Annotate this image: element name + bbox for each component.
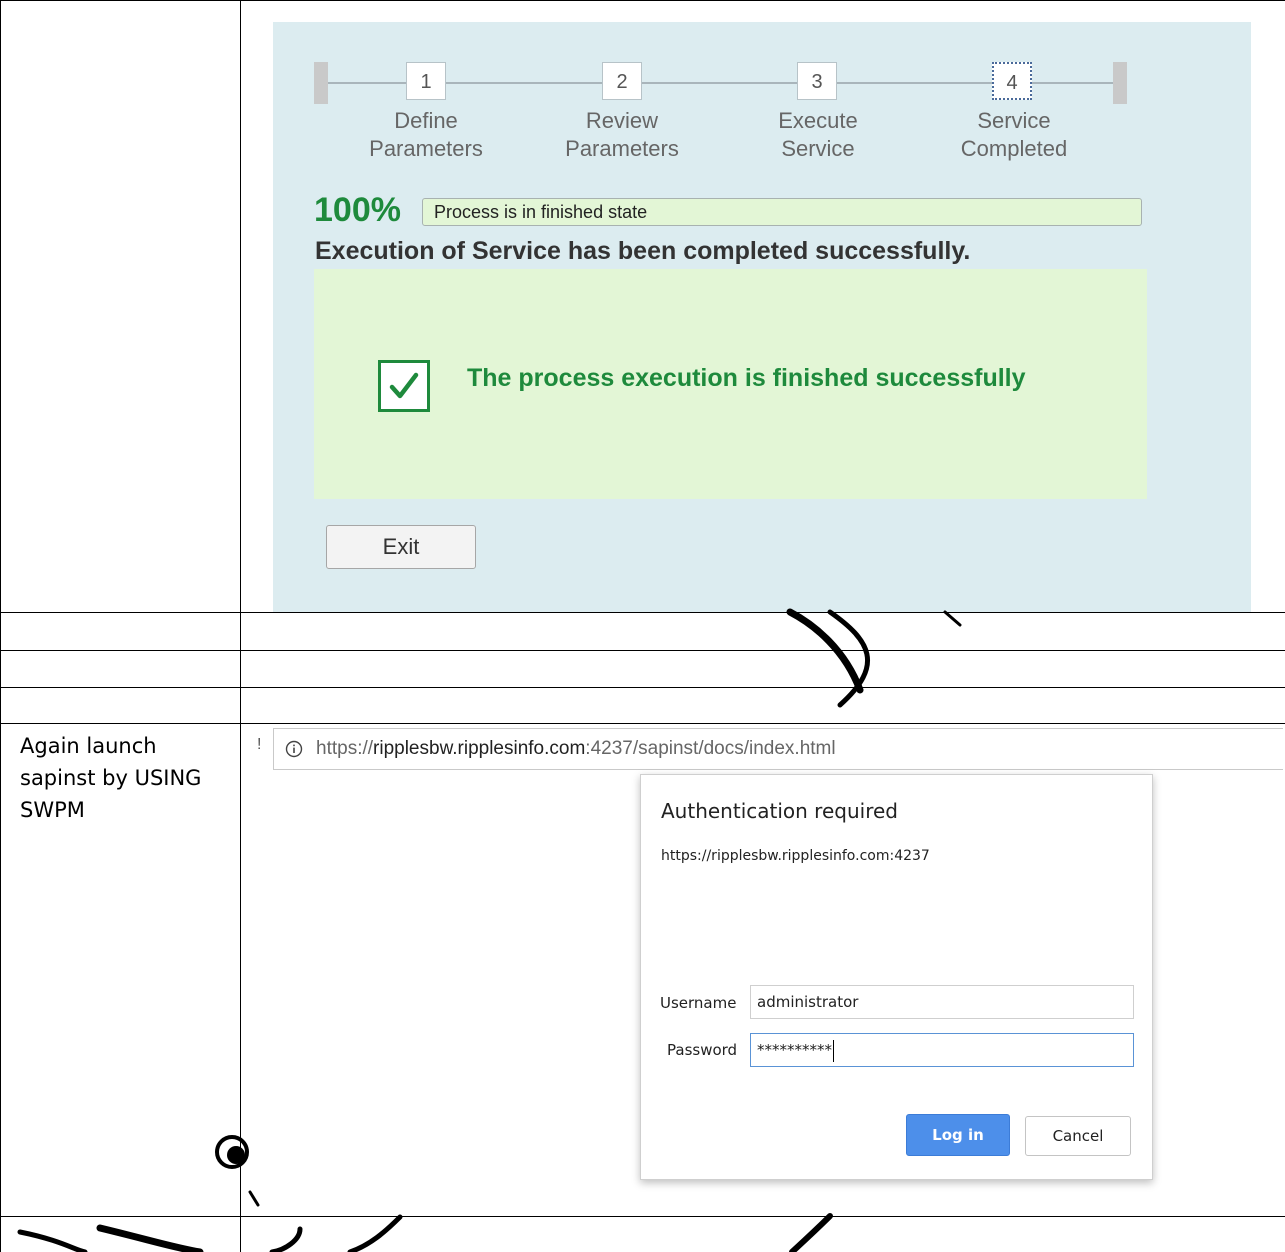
username-field[interactable]: administrator xyxy=(750,985,1134,1019)
url-path: :4237/sapinst/docs/index.html xyxy=(585,738,836,759)
step-2-label-line1: Review xyxy=(585,108,659,133)
password-label: Password xyxy=(667,1041,738,1059)
progress-bar: Process is in finished state xyxy=(422,198,1142,226)
table-row-divider xyxy=(0,650,1285,651)
dialog-origin: https://ripplesbw.ripplesinfo.com:4237 xyxy=(661,848,930,864)
step-3-label-line2: Service xyxy=(781,136,855,161)
address-bar[interactable]: https://ripplesbw.ripplesinfo.com:4237/s… xyxy=(273,728,1283,770)
info-icon[interactable] xyxy=(285,740,303,758)
step-2-label-line2: Parameters xyxy=(565,136,679,161)
table-row-divider xyxy=(0,687,1285,688)
instruction-text: Again launch sapinst by USING SWPM xyxy=(20,734,202,822)
password-value: ********** xyxy=(757,1041,832,1059)
step-track-start xyxy=(314,62,328,104)
step-track-end xyxy=(1113,62,1127,104)
step-3-number: 3 xyxy=(797,62,837,100)
username-label: Username xyxy=(660,994,737,1012)
table-border-top xyxy=(0,0,1285,1)
step-3-label-line1: Execute xyxy=(778,108,858,133)
exit-button[interactable]: Exit xyxy=(326,525,476,569)
step-2-number: 2 xyxy=(602,62,642,100)
dialog-title: Authentication required xyxy=(661,799,898,823)
step-4-label-line2: Completed xyxy=(960,136,1068,161)
login-button[interactable]: Log in xyxy=(906,1114,1010,1156)
url-scheme: https:// xyxy=(316,738,374,759)
step-1-label-line2: Parameters xyxy=(369,136,483,161)
step-4-number: 4 xyxy=(992,62,1032,100)
auth-dialog: Authentication required https://ripplesb… xyxy=(640,774,1153,1180)
step-3-label: Execute Service xyxy=(738,107,898,163)
execution-message: Execution of Service has been completed … xyxy=(315,237,971,265)
password-field[interactable]: ********** xyxy=(750,1033,1134,1067)
progress-percent: 100% xyxy=(314,191,401,229)
step-2-label: Review Parameters xyxy=(542,107,702,163)
progress-status: Process is in finished state xyxy=(434,202,648,222)
step-1-number: 1 xyxy=(406,62,446,100)
url-host: ripplesbw.ripplesinfo.com xyxy=(373,738,586,759)
success-panel: The process execution is finished succes… xyxy=(314,269,1147,499)
left-edge-glyph: ! xyxy=(257,736,262,753)
success-message: The process execution is finished succes… xyxy=(467,364,1026,392)
checkmark-icon xyxy=(378,360,430,412)
url-text: https://ripplesbw.ripplesinfo.com:4237/s… xyxy=(316,729,836,769)
installer-screenshot: 1 2 3 4 Define Parameters Review Paramet… xyxy=(273,22,1251,612)
text-caret xyxy=(833,1039,834,1062)
table-row-divider xyxy=(0,1216,1285,1217)
step-1-label-line1: Define xyxy=(394,108,458,133)
step-1-label: Define Parameters xyxy=(346,107,506,163)
table-border-left xyxy=(0,0,1,1252)
step-4-label: Service Completed xyxy=(934,107,1094,163)
cancel-button[interactable]: Cancel xyxy=(1025,1116,1131,1156)
table-row-divider xyxy=(0,612,1285,613)
browser-screenshot: ! https://ripplesbw.ripplesinfo.com:4237… xyxy=(241,724,1285,1216)
step-4-label-line1: Service xyxy=(977,108,1051,133)
